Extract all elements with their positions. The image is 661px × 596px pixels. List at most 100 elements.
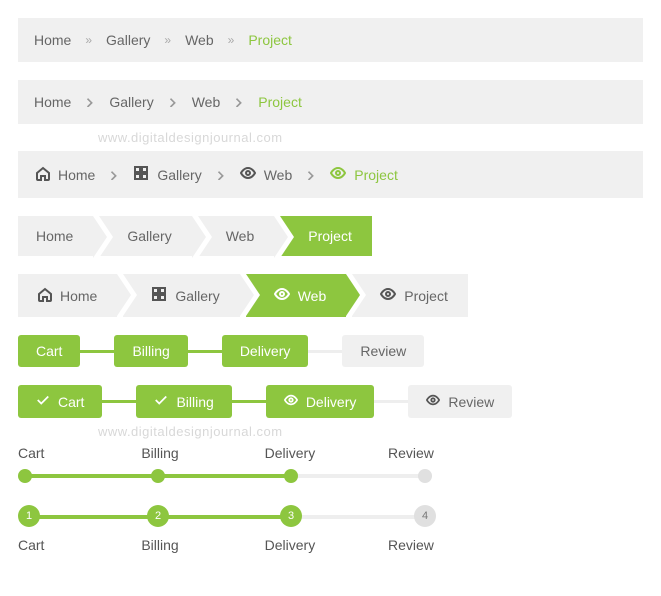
crumb-web[interactable]: Web [192,94,221,110]
crumb-gallery[interactable]: Gallery [109,94,153,110]
crumb-label: Web [226,228,255,244]
arrow-crumb-project-active[interactable]: Project [280,216,372,256]
chevron-right-icon [234,97,244,107]
breadcrumb-arrow: Home Gallery Web Project [18,216,643,256]
step-numbered-dots: 1 2 3 4 Cart Billing Delivery Review [18,505,643,553]
raquo-separator: » [85,33,92,47]
step-pills-icons: Cart Billing Delivery Review [18,385,643,418]
grid-icon [151,286,167,305]
step-label: Delivery [240,343,291,359]
breadcrumb-raquo: Home » Gallery » Web » Project [18,18,643,62]
arrow-crumb-project[interactable]: Project [352,274,468,317]
step-label: Cart [18,445,78,461]
step-label: Review [360,343,406,359]
eye-icon [330,165,346,184]
step-connector [80,350,114,353]
crumb-gallery[interactable]: Gallery [106,32,150,48]
step-connector [102,400,136,403]
step-cart[interactable]: Cart [18,385,102,418]
crumb-label: Home [60,288,97,304]
step-label: Billing [141,445,201,461]
step-cart[interactable]: Cart [18,335,80,367]
arrow-crumb-web-active[interactable]: Web [246,274,347,317]
eye-icon [380,286,396,305]
raquo-separator: » [164,33,171,47]
step-connector [308,350,342,353]
step-label: Cart [18,537,78,553]
step-connector [374,400,408,403]
crumb-label: Web [264,167,293,183]
crumb-home[interactable]: Home [34,94,71,110]
crumb-label: Project [308,228,352,244]
breadcrumb-icon-chevron: Home Gallery Web Project [18,151,643,198]
check-icon [36,393,50,410]
eye-icon [274,286,290,305]
step-label: Billing [176,394,213,410]
step-connector [188,350,222,353]
breadcrumb-chevron: Home Gallery Web Project [18,80,643,124]
crumb-project-current: Project [258,94,302,110]
crumb-label: Project [404,288,448,304]
step-review[interactable]: Review [342,335,424,367]
step-label: Delivery [265,445,325,461]
step-dot-billing[interactable] [151,469,165,483]
step-review[interactable]: Review [408,385,512,418]
step-dot-delivery[interactable] [284,469,298,483]
eye-icon [426,393,440,410]
eye-icon [284,393,298,410]
arrow-crumb-home[interactable]: Home [18,274,117,317]
step-label: Cart [36,343,62,359]
step-numdot-1[interactable]: 1 [18,505,40,527]
crumb-label: Gallery [157,167,201,183]
crumb-home[interactable]: Home [34,32,71,48]
step-dot-review[interactable] [418,469,432,483]
grid-icon [133,165,149,184]
step-label: Delivery [265,537,325,553]
step-delivery[interactable]: Delivery [222,335,309,367]
chevron-right-icon [306,170,316,180]
chevron-right-icon [85,97,95,107]
crumb-label: Web [298,288,327,304]
step-numdot-2[interactable]: 2 [147,505,169,527]
crumb-home[interactable]: Home [34,165,95,184]
arrow-crumb-home[interactable]: Home [18,216,93,256]
eye-icon [240,165,256,184]
home-icon [34,165,50,184]
step-numdot-3[interactable]: 3 [280,505,302,527]
step-connector [232,400,266,403]
step-label: Review [448,394,494,410]
check-icon [154,393,168,410]
crumb-gallery[interactable]: Gallery [133,165,201,184]
crumb-project-current: Project [330,165,398,184]
crumb-web[interactable]: Web [240,165,293,184]
chevron-right-icon [168,97,178,107]
chevron-right-icon [109,170,119,180]
crumb-label: Gallery [127,228,171,244]
crumb-label: Project [354,167,398,183]
arrow-crumb-gallery[interactable]: Gallery [123,274,239,317]
step-billing[interactable]: Billing [114,335,187,367]
step-label: Review [388,537,448,553]
step-label: Billing [132,343,169,359]
watermark-text: www.digitaldesignjournal.com [98,130,661,145]
watermark-text: www.digitaldesignjournal.com [98,424,661,439]
step-label: Cart [58,394,84,410]
crumb-web[interactable]: Web [185,32,214,48]
crumb-label: Home [36,228,73,244]
step-dots: Cart Billing Delivery Review [18,445,643,483]
chevron-right-icon [216,170,226,180]
step-pills: Cart Billing Delivery Review [18,335,643,367]
arrow-crumb-web[interactable]: Web [198,216,275,256]
step-billing[interactable]: Billing [136,385,231,418]
crumb-label: Home [58,167,95,183]
home-icon [36,286,52,305]
step-label: Review [388,445,448,461]
crumb-label: Gallery [175,288,219,304]
crumb-project-current: Project [248,32,292,48]
step-label: Delivery [306,394,357,410]
arrow-crumb-gallery[interactable]: Gallery [99,216,191,256]
step-numdot-4[interactable]: 4 [414,505,436,527]
step-dot-cart[interactable] [18,469,32,483]
step-delivery[interactable]: Delivery [266,385,375,418]
step-label: Billing [141,537,201,553]
